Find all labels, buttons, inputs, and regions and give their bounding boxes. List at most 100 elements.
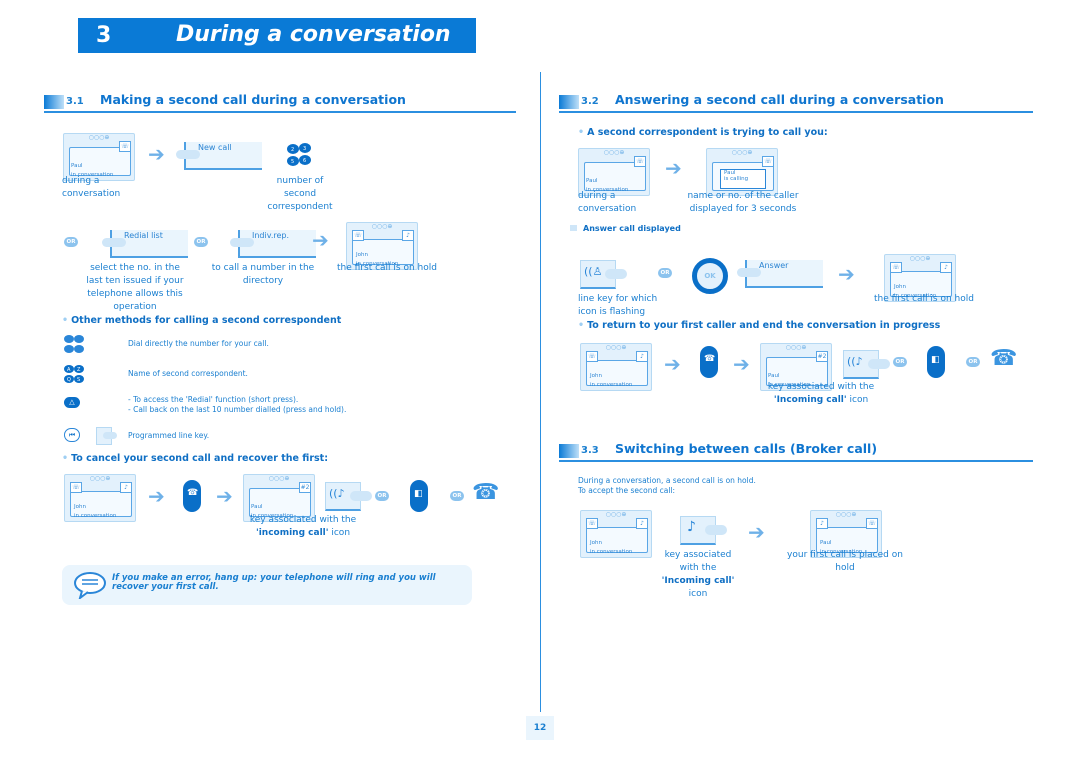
- softkey-redial-list[interactable]: Redial list: [102, 230, 188, 258]
- call-number-badge: #2: [816, 351, 828, 362]
- arrow-right-icon: ➔: [664, 352, 681, 376]
- arrow-right-icon: ➔: [148, 142, 165, 166]
- numeric-keypad-icon: 2 3 5 6: [287, 143, 311, 166]
- screen-line-name: John: [356, 252, 368, 258]
- or-badge: OR: [966, 357, 980, 367]
- section-title: Answering a second call during a convers…: [615, 92, 944, 107]
- section-number: 3.1: [66, 96, 84, 107]
- return-heading: • To return to your first caller and end …: [578, 320, 941, 331]
- hang-up-key-icon[interactable]: ☎: [700, 346, 718, 378]
- softkey-new-call[interactable]: New call: [176, 142, 262, 170]
- caption-during: during a conversation: [578, 191, 637, 214]
- caption-key-associated: key associated with the 'incoming call' …: [249, 515, 357, 538]
- svg-text:Z: Z: [77, 367, 81, 373]
- broker-intro: During a conversation, a second call is …: [578, 476, 756, 495]
- svg-text:A: A: [67, 367, 71, 373]
- phone-screen: ○○○⊕ ☏ ♪ John in conversation: [580, 510, 652, 558]
- incoming-call-icon: ((♪: [329, 487, 345, 500]
- caption-placed-hold: your first call is placed on hold: [787, 550, 903, 573]
- incoming-call-line-key[interactable]: ((♪: [843, 350, 890, 379]
- other-methods-heading: • Other methods for calling a second corr…: [62, 315, 342, 326]
- caption-key-associated: key associated with the 'Incoming call' …: [767, 382, 875, 405]
- section-title: Making a second call during a conversati…: [100, 92, 406, 107]
- flashing-line-key[interactable]: ((♙: [580, 260, 627, 289]
- section-number: 3.2: [581, 96, 599, 107]
- softkey-label: Indiv.rep.: [252, 231, 290, 240]
- hang-up-key-icon[interactable]: ☎: [183, 480, 201, 512]
- arrow-right-icon: ➔: [148, 484, 165, 508]
- chapter-number: 3: [96, 23, 112, 48]
- svg-text:S: S: [77, 377, 80, 383]
- phone-screen: ○○○⊕ ☏ Paul is calling: [706, 148, 778, 196]
- screen-line-name: Paul: [251, 504, 263, 510]
- svg-text:2: 2: [291, 147, 294, 153]
- call-number-badge: #2: [299, 482, 311, 493]
- handset-icon[interactable]: ☎: [990, 346, 1017, 371]
- alpha-keypad-icon: AZ QS: [64, 365, 84, 383]
- arrow-right-icon: ➔: [216, 484, 233, 508]
- arrow-right-icon: ➔: [665, 156, 682, 180]
- music-note-icon: ♪: [687, 519, 696, 535]
- caption-key-associated: key associated with the 'Incoming call' i…: [661, 550, 735, 599]
- incoming-call-line-key[interactable]: ♪: [680, 516, 727, 545]
- speech-bubble-icon: [74, 572, 106, 599]
- screen-line-status: in conversation: [74, 513, 117, 519]
- column-divider: [540, 72, 541, 712]
- softkey-label: Redial list: [124, 231, 163, 240]
- caption-indiv: to call a number in the directory: [211, 263, 315, 286]
- screen-line-name: Paul: [768, 373, 780, 379]
- section-heading-3-1: 3.1 Making a second call during a conver…: [44, 92, 516, 113]
- arrow-right-icon: ➔: [733, 352, 750, 376]
- speaker-key-icon[interactable]: ◧: [927, 346, 945, 378]
- screen-line-name: John: [74, 504, 86, 510]
- page-number: 12: [526, 716, 554, 740]
- answer-heading: Answer call displayed: [583, 224, 681, 233]
- line-key-icon: ⏮: [64, 428, 80, 442]
- phone-screen: ○○○⊕ ☏ ♪ John in conversation: [580, 343, 652, 391]
- caption-caller: name or no. of the caller displayed for 3…: [687, 191, 799, 214]
- method-text: Name of second correspondent.: [128, 369, 248, 378]
- chapter-title: During a conversation: [176, 22, 451, 47]
- calling-heading: • A second correspondent is trying to cal…: [578, 127, 828, 138]
- hold-icon: ♪: [402, 230, 414, 241]
- screen-line-name: John: [590, 373, 602, 379]
- status-icons: ○○○⊕: [88, 134, 110, 141]
- softkey-answer[interactable]: Answer: [737, 260, 823, 288]
- screen-line-status: is calling: [724, 176, 749, 182]
- caption-hold: the first call is on hold: [337, 263, 437, 273]
- or-badge: OR: [194, 237, 208, 247]
- softkey-label: New call: [198, 143, 232, 152]
- softkey-indiv-rep[interactable]: Indiv.rep.: [230, 230, 316, 258]
- call-icon: ☏: [352, 230, 364, 241]
- incoming-call-line-key[interactable]: ((♪: [325, 482, 372, 511]
- handset-icon[interactable]: ☎: [472, 480, 499, 505]
- screen-line-status: in conversation: [590, 549, 633, 555]
- section-title: Switching between calls (Broker call): [615, 441, 878, 456]
- ok-button[interactable]: OK: [692, 258, 728, 294]
- svg-text:6: 6: [303, 158, 306, 164]
- arrow-right-icon: ➔: [312, 228, 329, 252]
- note-box: If you make an error, hang up: your tele…: [62, 565, 472, 605]
- svg-text:5: 5: [291, 159, 294, 165]
- speaker-key-icon[interactable]: ◧: [410, 480, 428, 512]
- arrow-right-icon: ➔: [748, 520, 765, 544]
- method-text: Dial directly the number for your call.: [128, 339, 269, 348]
- caption-during: during a conversation: [62, 176, 121, 199]
- or-badge: OR: [375, 491, 389, 501]
- caption-hold: the first call is on hold: [874, 294, 974, 304]
- method-text: - To access the 'Redial' function (short…: [128, 395, 347, 414]
- screen-line-name: Paul: [586, 178, 598, 184]
- section-number: 3.3: [581, 445, 599, 456]
- screen-line-name: Paul: [820, 540, 832, 546]
- svg-text:3: 3: [303, 146, 306, 152]
- phone-screen: ○○○⊕ ☏ ♪ John in conversation: [64, 474, 136, 522]
- programmed-line-key-icon: [96, 427, 117, 445]
- square-bullet-icon: [570, 225, 577, 231]
- cancel-heading: • To cancel your second call and recover …: [62, 453, 329, 464]
- note-text: If you make an error, hang up: your tele…: [112, 573, 436, 592]
- call-icon: ☏: [119, 141, 131, 152]
- softkey-label: Answer: [759, 261, 789, 270]
- caption-linekey: line key for which icon is flashing: [578, 294, 658, 317]
- numeric-keypad-icon: [64, 335, 84, 353]
- redial-key-icon: △: [64, 397, 80, 408]
